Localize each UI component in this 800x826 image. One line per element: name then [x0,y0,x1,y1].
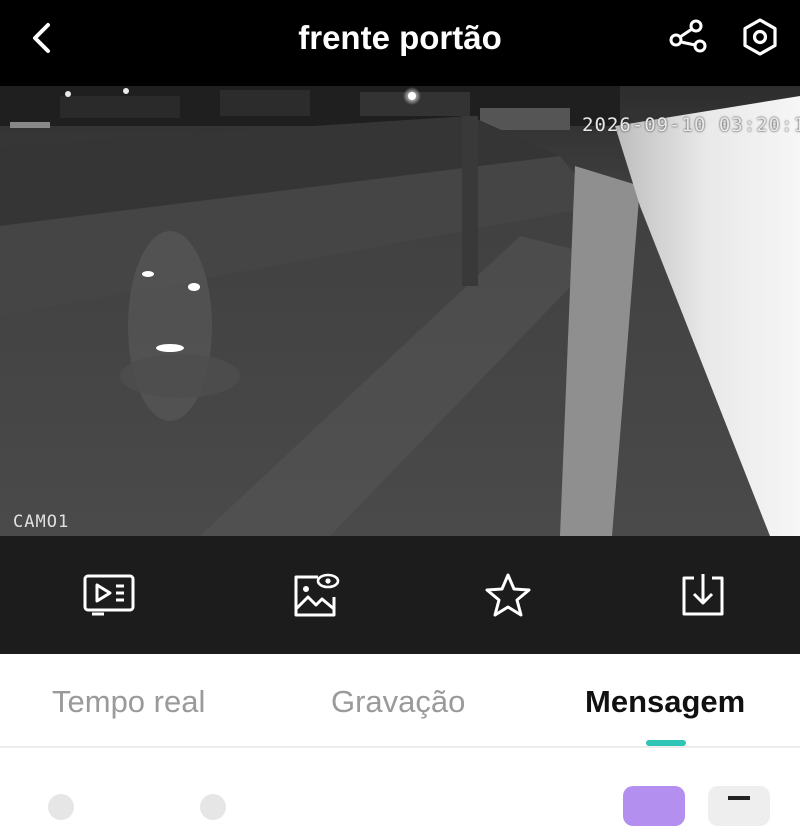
tab-tempo-real[interactable]: Tempo real [52,684,205,720]
purple-action-button[interactable] [623,786,685,826]
camera-label: CAMO1 [13,512,70,532]
filter-chip-2[interactable] [200,794,226,820]
playback-button[interactable] [82,570,136,620]
tab-bar: Tempo real Gravação Mensagem [0,654,800,748]
menu-bar-icon [728,796,750,800]
video-timestamp: 2026-09-10 03:20:1 [582,114,800,136]
active-tab-indicator [646,740,686,746]
download-icon [682,574,724,616]
share-icon [669,19,707,53]
camera-video-feed[interactable]: 2026-09-10 03:20:1 CAMO1 [0,86,800,536]
playback-icon [83,574,135,616]
menu-button[interactable] [708,786,770,826]
tab-mensagem[interactable]: Mensagem [585,684,745,720]
night-scene-image [0,86,800,536]
settings-button[interactable] [738,16,782,60]
download-button[interactable] [676,570,730,620]
star-icon [485,573,531,617]
filter-chip-1[interactable] [48,794,74,820]
hexagon-settings-icon [743,18,777,56]
tab-gravacao[interactable]: Gravação [331,684,465,720]
top-bar: frente portão [0,0,800,86]
image-view-button[interactable] [288,570,342,620]
favorite-button[interactable] [481,570,535,620]
share-button[interactable] [666,16,710,60]
video-controls-bar [0,536,800,654]
image-view-icon [294,573,340,617]
